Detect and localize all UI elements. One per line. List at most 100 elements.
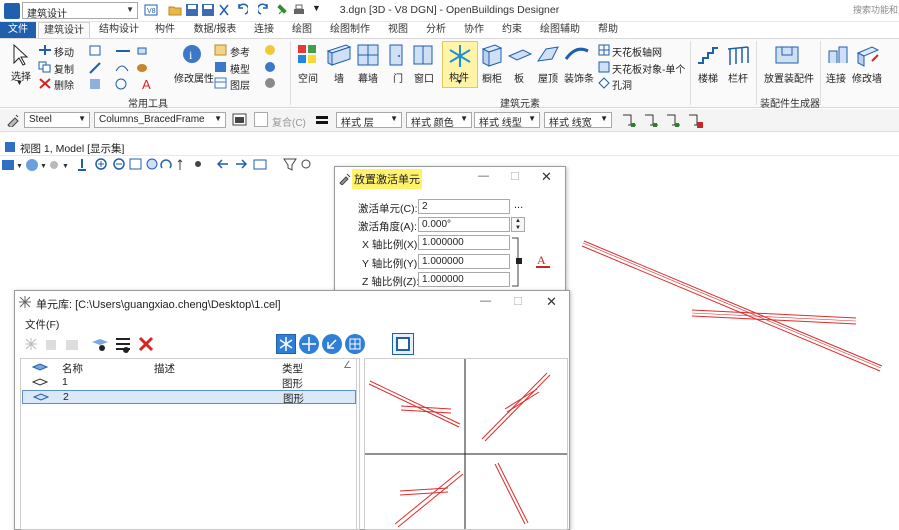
place-active-cell-button[interactable]	[276, 334, 296, 354]
column-menu-icon[interactable]: ∠	[343, 360, 352, 371]
view-tools-icon[interactable]	[262, 44, 286, 90]
stairs-button[interactable]: 楼梯	[698, 70, 718, 85]
active-angle-field[interactable]: 0.000°	[418, 217, 510, 232]
save-all-icon[interactable]	[201, 3, 215, 17]
zoom-out-icon	[113, 158, 125, 170]
place-assembly-icon	[775, 46, 799, 64]
slab-button[interactable]: 板	[514, 70, 524, 85]
pattern-cell-button[interactable]	[345, 334, 365, 354]
modify-tools-icon[interactable]	[88, 61, 148, 75]
space-button[interactable]: 空间	[298, 70, 318, 85]
move-button[interactable]: 移动	[54, 44, 74, 59]
workspace-select[interactable]: 建筑设计 ▼	[22, 2, 138, 20]
finish-strip-button[interactable]: 装饰条	[564, 70, 594, 85]
y-scale-field[interactable]: 1.000000	[418, 254, 510, 269]
modify-wall-button[interactable]: 修改墙	[852, 70, 882, 85]
select-cell-button[interactable]	[322, 334, 342, 354]
linetype-style-select[interactable]: 样式 线型 ▼	[474, 112, 540, 128]
modify-properties-button[interactable]: 修改属性	[174, 70, 214, 85]
color-style-select[interactable]: 样式 颜色 ▼	[406, 112, 472, 128]
family-select[interactable]: Steel ▼	[24, 112, 90, 128]
active-cell-field[interactable]: 2	[418, 199, 510, 214]
eyedropper-icon[interactable]	[6, 113, 20, 127]
layer-button[interactable]: 图层	[230, 77, 250, 92]
copy-button[interactable]: 复制	[54, 61, 74, 76]
text-style-icon[interactable]: A	[534, 252, 552, 270]
close-button[interactable]: ✕	[541, 169, 552, 185]
save-icon[interactable]	[185, 3, 199, 17]
part-select[interactable]: Columns_BracedFrame ▼	[94, 112, 226, 128]
scale-lock-icon[interactable]	[510, 236, 524, 288]
preview-toggle-button[interactable]	[392, 333, 414, 355]
tab-architectural-design[interactable]: 建筑设计	[38, 22, 90, 38]
assembly-generator-group-label: 装配件生成器	[760, 99, 820, 110]
tab-constraints[interactable]: 约束	[496, 22, 528, 38]
railing-button[interactable]: 栏杆	[728, 70, 748, 85]
workflow-icon[interactable]: V8	[144, 3, 158, 17]
open-folder-icon[interactable]	[168, 3, 182, 17]
ceiling-grid-button[interactable]: 天花板轴网	[612, 44, 662, 59]
redo-icon[interactable]	[258, 3, 272, 17]
select-arrow-icon[interactable]	[10, 43, 30, 67]
column-type-header[interactable]: 类型	[282, 361, 303, 376]
window-icon	[413, 45, 433, 65]
maximize-button[interactable]: ☐	[513, 295, 523, 308]
composite-checkbox[interactable]	[254, 112, 268, 127]
hole-button[interactable]: 孔洞	[612, 77, 632, 92]
tab-collaborate[interactable]: 协作	[458, 22, 490, 38]
search-input[interactable]: 搜索功能和文档	[853, 3, 899, 18]
svg-text:V8: V8	[147, 8, 156, 15]
x-scale-field[interactable]: 1.000000	[418, 235, 510, 250]
roof-button[interactable]: 屋顶	[538, 70, 558, 85]
file-menu[interactable]: 文件(F)	[25, 317, 59, 332]
tab-view[interactable]: 视图	[382, 22, 414, 38]
cabinet-button[interactable]: 橱柜	[482, 70, 502, 85]
annotation-tools-icon[interactable]: A	[88, 77, 158, 91]
angle-spinner[interactable]: ▲ ▼	[511, 217, 525, 232]
reference-button[interactable]: 参考	[230, 44, 250, 59]
customize-qa-icon[interactable]: ▼	[312, 3, 321, 13]
edit-cell-icon	[46, 340, 56, 350]
compress-icon[interactable]	[217, 3, 231, 17]
tab-analysis[interactable]: 分析	[420, 22, 452, 38]
column-description-header[interactable]: 描述	[154, 361, 175, 376]
door-button[interactable]: 门	[393, 70, 403, 85]
tab-drawing-production[interactable]: 绘图制作	[324, 22, 376, 38]
z-scale-field[interactable]: 1.000000	[418, 272, 510, 287]
column-name-header[interactable]: 名称	[62, 361, 83, 376]
wall-button[interactable]: 墙	[334, 70, 344, 85]
minimize-button[interactable]: —	[480, 295, 491, 307]
delete-button[interactable]: 删除	[54, 77, 74, 92]
connect-button[interactable]: 连接	[826, 70, 846, 85]
window-button[interactable]: 窗口	[414, 70, 434, 85]
layer-style-select[interactable]: 样式 层 ▼	[336, 112, 402, 128]
cell-library-toolbar[interactable]	[22, 334, 162, 356]
minimize-button[interactable]: —	[478, 170, 489, 182]
close-button[interactable]: ✕	[546, 294, 557, 310]
part-browser-icon[interactable]	[232, 112, 248, 128]
tab-help[interactable]: 帮助	[592, 22, 624, 38]
table-row-selected[interactable]: 2 图形	[22, 390, 356, 405]
place-assembly-button[interactable]: 放置装配件	[764, 70, 814, 85]
tab-drawing-aids[interactable]: 绘图辅助	[534, 22, 586, 38]
tab-components[interactable]: 构件	[148, 22, 182, 38]
pin-icon[interactable]	[276, 3, 290, 17]
line-tools-icon[interactable]	[88, 44, 148, 58]
tab-connect[interactable]: 连接	[248, 22, 280, 38]
view-tools-bar[interactable]: ▼ ▼ ▼	[0, 156, 360, 174]
tab-drawing[interactable]: 绘图	[286, 22, 318, 38]
undo-icon[interactable]	[234, 3, 248, 17]
place-point-cell-button[interactable]	[299, 334, 319, 354]
tab-file[interactable]: 文件	[0, 22, 36, 38]
tab-structural-design[interactable]: 结构设计	[95, 22, 143, 38]
lineweight-style-select[interactable]: 样式 线宽 ▼	[544, 112, 612, 128]
placement-tools-icon[interactable]	[620, 111, 706, 129]
curtain-wall-button[interactable]: 幕墙	[358, 70, 378, 85]
table-row[interactable]: 1 图形	[22, 376, 356, 390]
tab-data-reports[interactable]: 数据/报表	[188, 22, 242, 38]
browse-cell-button[interactable]: ...	[514, 199, 523, 211]
model-button[interactable]: 模型	[230, 61, 250, 76]
ceiling-object-button[interactable]: 天花板对象-单个	[612, 61, 685, 76]
maximize-button[interactable]: ☐	[510, 170, 520, 183]
print-icon[interactable]	[292, 3, 306, 17]
